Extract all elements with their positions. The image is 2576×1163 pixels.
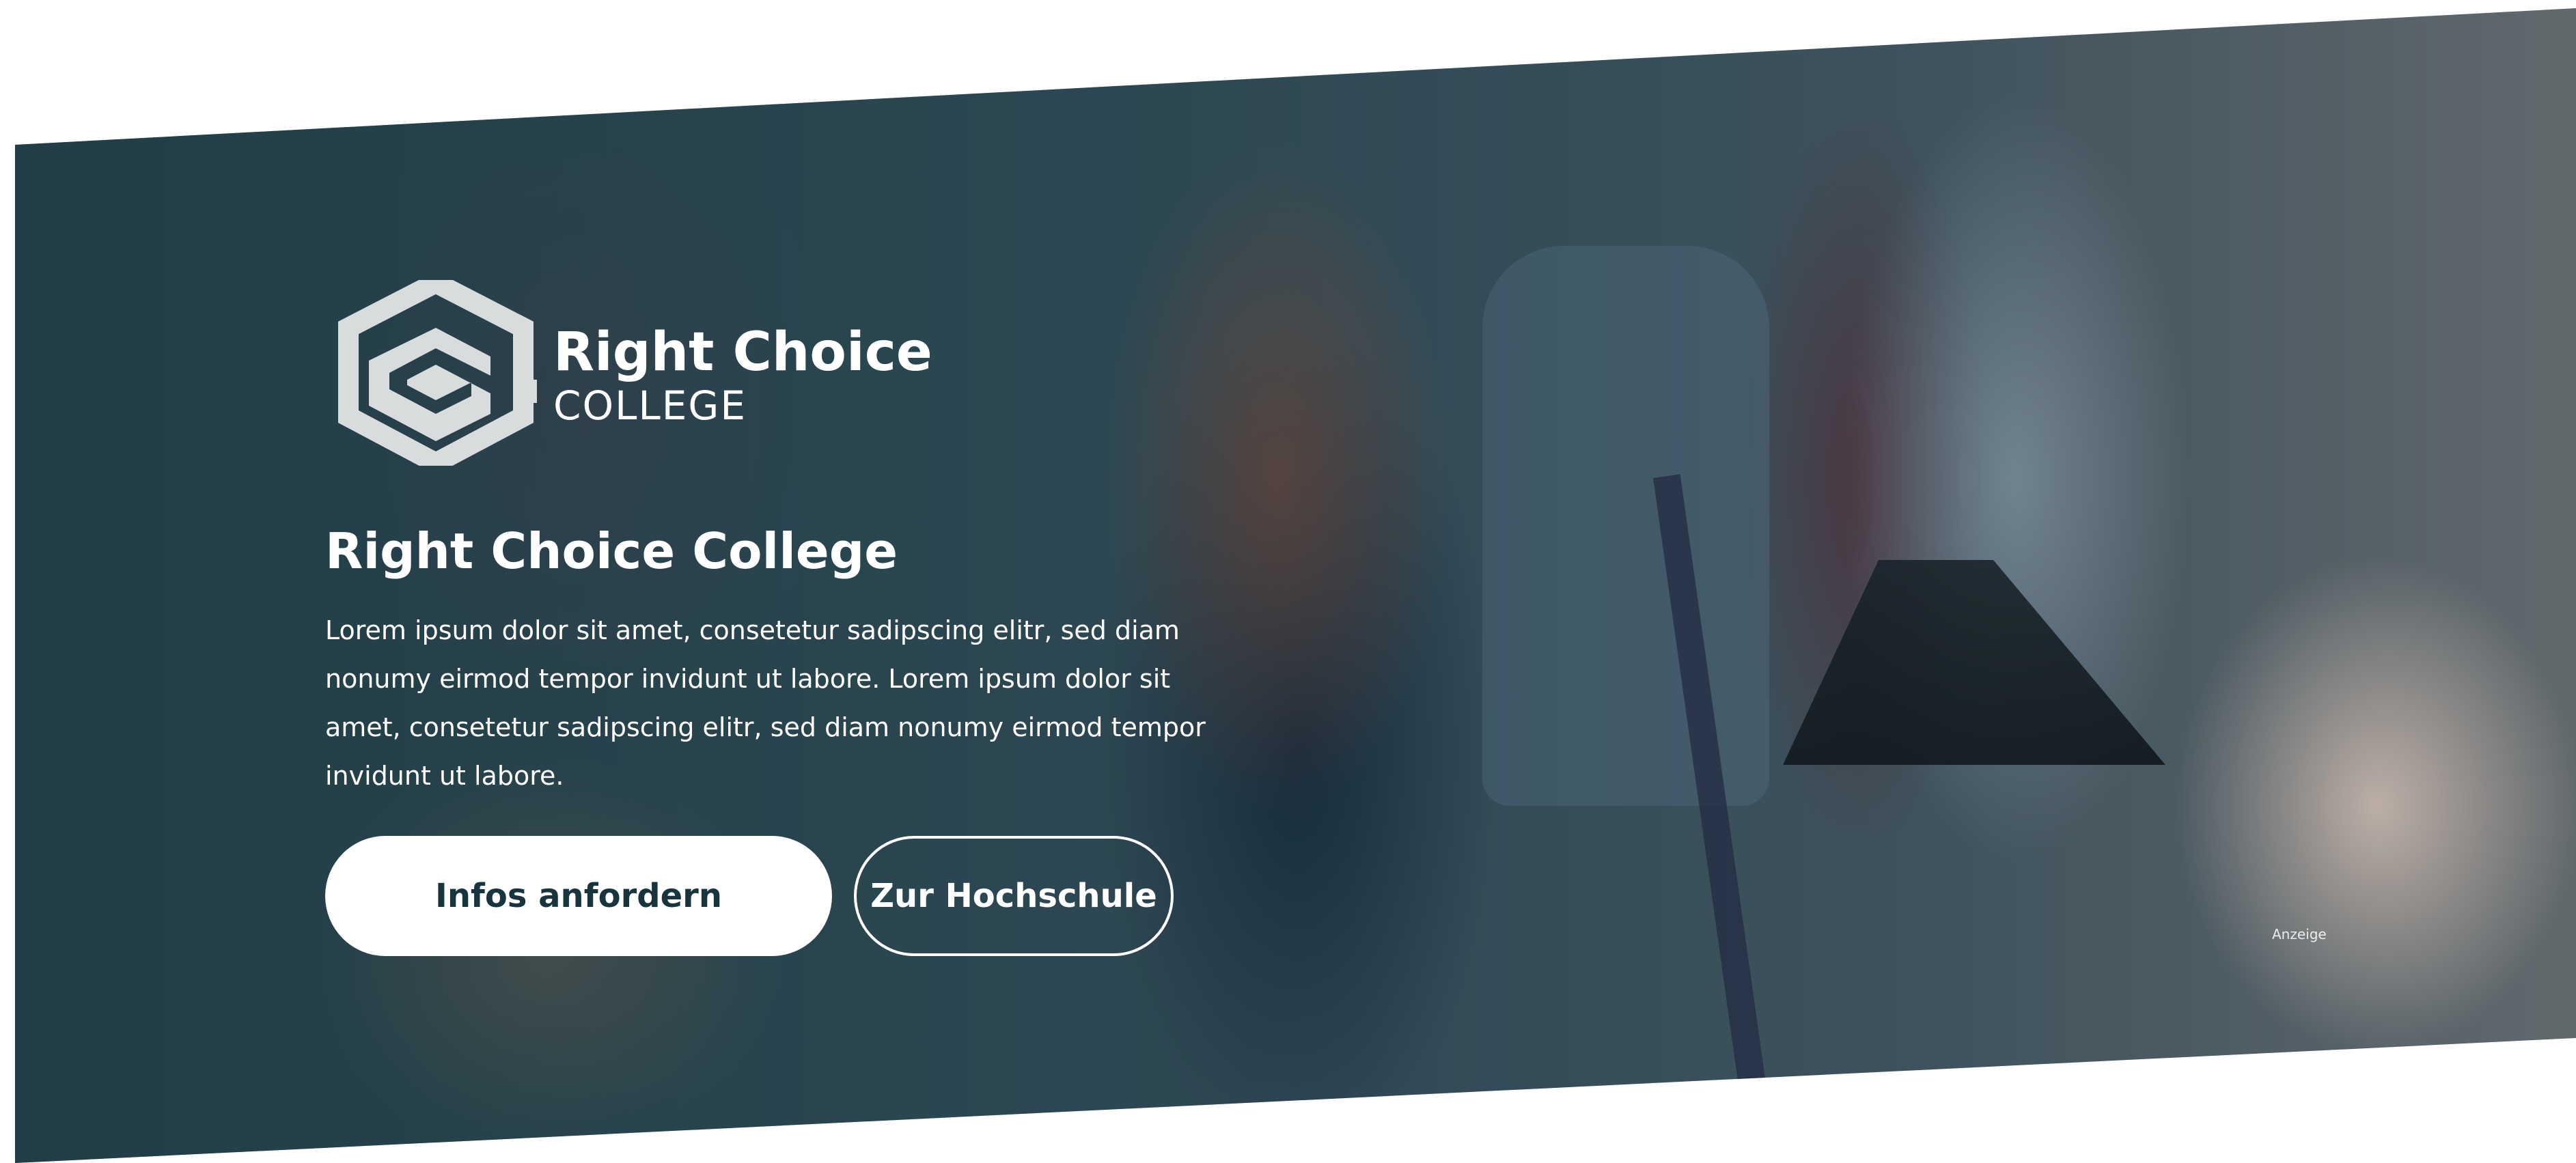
hero-title: Right Choice College (325, 522, 898, 580)
ad-banner[interactable]: Right Choice COLLEGE Right Choice Colleg… (0, 0, 2576, 1163)
go-to-university-button[interactable]: Zur Hochschule (854, 836, 1174, 956)
brand-subtitle: COLLEGE (553, 382, 747, 429)
hero-background-image: Right Choice COLLEGE Right Choice Colleg… (15, 8, 2576, 1163)
brand-name: Right Choice (553, 322, 932, 383)
hero-description: Lorem ipsum dolor sit amet, consetetur s… (325, 615, 1206, 791)
brand-logo: Right Choice COLLEGE (327, 280, 932, 466)
brand-wordmark: Right Choice COLLEGE (553, 322, 932, 428)
graduation-cap-hexagon-icon (338, 280, 537, 466)
ad-label: Anzeige (2272, 926, 2327, 942)
request-info-button[interactable]: Infos anfordern (325, 836, 832, 956)
